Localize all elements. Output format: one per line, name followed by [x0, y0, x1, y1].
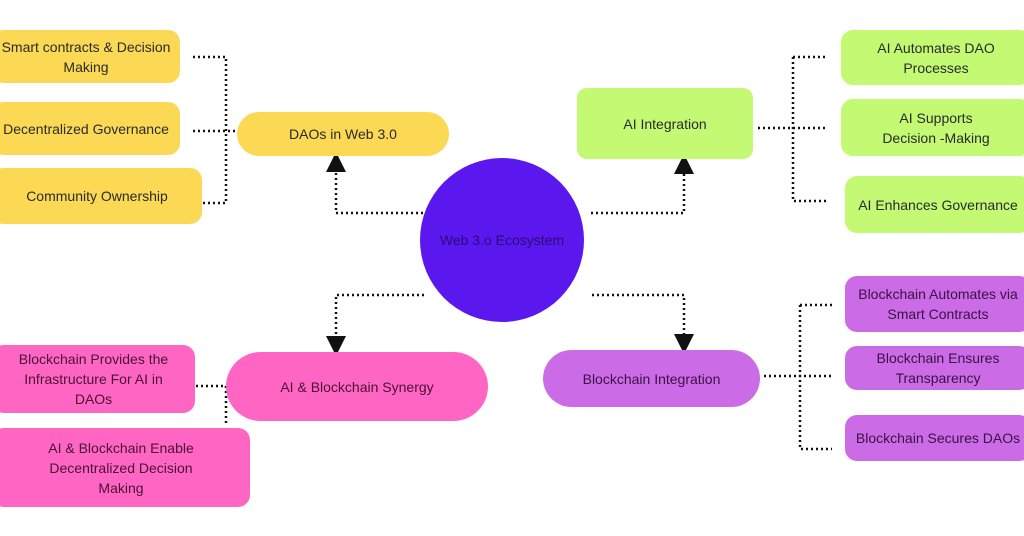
center-label: Web 3.o Ecosystem	[439, 232, 565, 248]
connector-ai-children	[758, 55, 826, 203]
blockchain-child-secures[interactable]: Blockchain Secures DAOs	[845, 415, 1024, 461]
daos-node[interactable]: DAOs in Web 3.0	[237, 112, 449, 156]
synergy-child-label: AI & Blockchain Enable Decentralized Dec…	[48, 439, 194, 496]
blockchain-integration-node[interactable]: Blockchain Integration	[543, 350, 760, 407]
ai-child-governance[interactable]: AI Enhances Governance	[845, 176, 1024, 233]
daos-label: DAOs in Web 3.0	[289, 126, 397, 142]
connector-blockchain-children	[764, 303, 832, 451]
synergy-child-infrastructure[interactable]: Blockchain Provides the Infrastructure F…	[0, 345, 195, 413]
center-node[interactable]: Web 3.o Ecosystem	[420, 158, 584, 322]
blockchain-child-automates[interactable]: Blockchain Automates via Smart Contracts	[845, 276, 1024, 332]
synergy-label: AI & Blockchain Synergy	[280, 378, 434, 395]
blockchain-child-label: Blockchain Ensures Transparency	[876, 350, 1000, 386]
blockchain-integration-label: Blockchain Integration	[582, 370, 721, 387]
ai-child-label: AI Automates DAO Processes	[877, 39, 995, 76]
connector-center-synergy	[326, 293, 424, 356]
synergy-node[interactable]: AI & Blockchain Synergy	[226, 352, 488, 421]
daos-child-smart-contracts[interactable]: Smart contracts & Decision Making	[0, 30, 180, 83]
daos-child-governance[interactable]: Decentralized Governance	[0, 102, 180, 155]
synergy-child-label: Blockchain Provides the Infrastructure F…	[18, 351, 169, 407]
ai-child-label: AI Supports Decision -Making	[882, 109, 990, 146]
connector-center-blockchain	[592, 293, 694, 354]
synergy-child-decision[interactable]: AI & Blockchain Enable Decentralized Dec…	[0, 428, 250, 507]
ai-child-label: AI Enhances Governance	[858, 196, 1018, 213]
blockchain-child-label: Blockchain Automates via Smart Contracts	[858, 286, 1018, 322]
daos-child-label: Smart contracts & Decision Making	[1, 38, 171, 75]
daos-child-community[interactable]: Community Ownership	[0, 168, 202, 224]
daos-child-label: Community Ownership	[26, 188, 168, 204]
ai-integration-label: AI Integration	[623, 115, 707, 132]
connector-center-ai	[591, 154, 694, 215]
blockchain-child-transparency[interactable]: Blockchain Ensures Transparency	[845, 346, 1024, 390]
blockchain-child-label: Blockchain Secures DAOs	[855, 430, 1021, 446]
ai-integration-node[interactable]: AI Integration	[577, 88, 753, 159]
ai-child-automates[interactable]: AI Automates DAO Processes	[841, 30, 1024, 85]
connector-synergy-children	[196, 384, 228, 424]
ai-child-supports[interactable]: AI Supports Decision -Making	[841, 99, 1024, 156]
connector-center-daos	[326, 152, 423, 215]
daos-child-label: Decentralized Governance	[3, 120, 169, 137]
